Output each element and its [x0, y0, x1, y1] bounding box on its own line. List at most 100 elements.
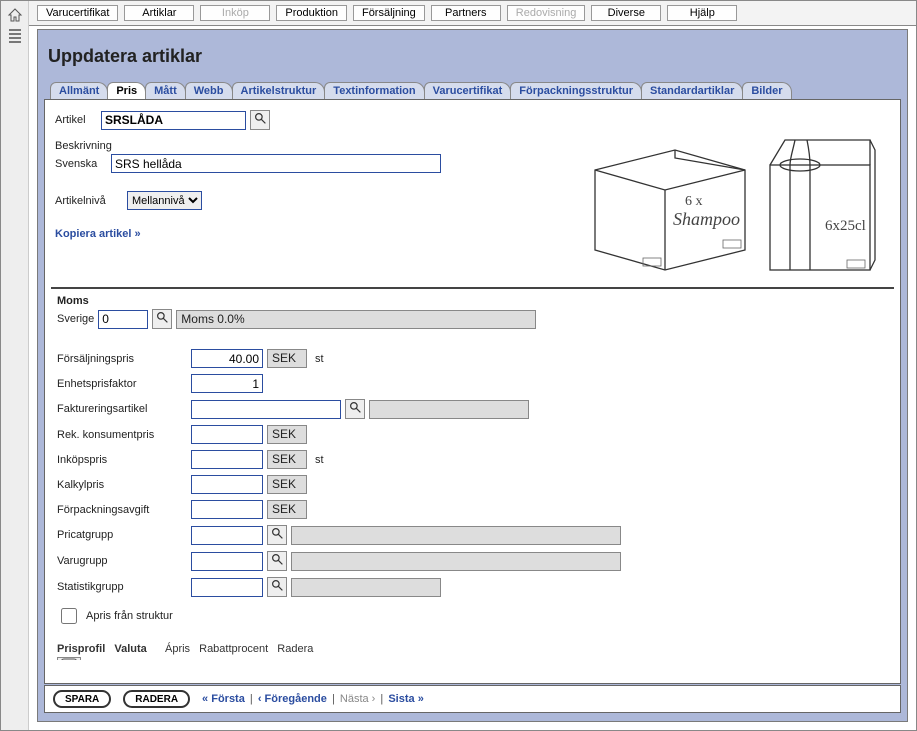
menu-redovisning[interactable]: Redovisning: [507, 5, 586, 21]
tab-standardartiklar[interactable]: Standardartiklar: [641, 82, 743, 99]
faktureringsartikel-lookup-button[interactable]: [345, 399, 365, 419]
inkopspris-unit: st: [311, 454, 324, 466]
forsaljningspris-label: Försäljningspris: [57, 353, 187, 365]
statistikgrupp-label: Statistikgrupp: [57, 581, 187, 593]
top-menu: Varucertifikat Artiklar Inköp Produktion…: [29, 1, 916, 26]
forpackningsavgift-label: Förpackningsavgift: [57, 504, 187, 516]
menu-partners[interactable]: Partners: [431, 5, 501, 21]
menu-grip-icon[interactable]: [9, 29, 21, 43]
col-prisprofil[interactable]: Prisprofil: [57, 643, 105, 655]
faktureringsartikel-display: [369, 400, 529, 419]
search-icon: [271, 553, 284, 569]
tab-webb[interactable]: Webb: [185, 82, 233, 99]
svg-text:6x25cl: 6x25cl: [825, 218, 866, 234]
menu-artiklar[interactable]: Artiklar: [124, 5, 194, 21]
panel-pris: Artikel Beskrivning Svenska: [44, 99, 901, 684]
rek-konsumentpris-input[interactable]: [191, 425, 263, 444]
artikelniva-select[interactable]: Mellannivå: [127, 191, 202, 210]
kalkylpris-input[interactable]: [191, 475, 263, 494]
col-radera[interactable]: Radera: [277, 643, 313, 655]
moms-title: Moms: [57, 295, 888, 307]
home-icon[interactable]: [7, 7, 23, 23]
artikelniva-label: Artikelnivå: [55, 195, 123, 207]
varugrupp-input[interactable]: [191, 552, 263, 571]
moms-display: Moms 0.0%: [176, 310, 536, 329]
varugrupp-display: [291, 552, 621, 571]
col-apris[interactable]: Ápris: [165, 643, 190, 655]
search-icon: [349, 401, 362, 417]
menu-diverse[interactable]: Diverse: [591, 5, 661, 21]
statistikgrupp-lookup-button[interactable]: [267, 577, 287, 597]
svg-text:≡: ≡: [65, 659, 70, 660]
faktureringsartikel-label: Faktureringsartikel: [57, 403, 187, 415]
forsaljningspris-input[interactable]: [191, 349, 263, 368]
pricatgrupp-input[interactable]: [191, 526, 263, 545]
inkopspris-label: Inköpspris: [57, 454, 187, 466]
product-illustration: 6 x Shampoo: [570, 110, 890, 283]
tab-forpackningsstruktur[interactable]: Förpackningsstruktur: [510, 82, 642, 99]
menu-forsaljning[interactable]: Försäljning: [353, 5, 425, 21]
svg-text:6 x: 6 x: [685, 194, 703, 209]
kalkylpris-currency: SEK: [267, 475, 307, 494]
tab-varucertifikat[interactable]: Varucertifikat: [424, 82, 512, 99]
search-icon: [156, 311, 169, 327]
svenska-label: Svenska: [55, 158, 107, 170]
menu-inkop[interactable]: Inköp: [200, 5, 270, 21]
inkopspris-currency: SEK: [267, 450, 307, 469]
search-icon: [271, 527, 284, 543]
nav-nasta: Nästa ›: [340, 693, 375, 705]
page-title: Uppdatera artiklar: [38, 30, 907, 77]
rek-konsumentpris-currency: SEK: [267, 425, 307, 444]
tab-pris[interactable]: Pris: [107, 82, 146, 99]
artikel-input[interactable]: [101, 111, 246, 130]
statistikgrupp-input[interactable]: [191, 578, 263, 597]
rek-konsumentpris-label: Rek. konsumentpris: [57, 429, 187, 441]
forpackningsavgift-input[interactable]: [191, 500, 263, 519]
svenska-input[interactable]: [111, 154, 441, 173]
menu-varucertifikat[interactable]: Varucertifikat: [37, 5, 118, 21]
nav-forsta[interactable]: « Första: [202, 693, 245, 705]
col-rabattprocent[interactable]: Rabattprocent: [199, 643, 268, 655]
artikel-label: Artikel: [55, 114, 97, 126]
svg-text:Shampoo: Shampoo: [673, 209, 740, 229]
nav-sista[interactable]: Sista »: [388, 693, 423, 705]
forsaljningspris-currency: SEK: [267, 349, 307, 368]
sverige-label: Sverige: [57, 313, 94, 325]
kopiera-artikel-link[interactable]: Kopiera artikel »: [55, 228, 141, 240]
statistikgrupp-display: [291, 578, 441, 597]
nav-foregaende[interactable]: ‹ Föregående: [258, 693, 327, 705]
spara-button[interactable]: SPARA: [53, 690, 111, 708]
tab-bilder[interactable]: Bilder: [742, 82, 791, 99]
tabstrip: Allmänt Pris Mått Webb Artikelstruktur T…: [38, 77, 907, 99]
faktureringsartikel-input[interactable]: [191, 400, 341, 419]
pricatgrupp-label: Pricatgrupp: [57, 529, 187, 541]
col-valuta[interactable]: Valuta: [114, 643, 146, 655]
tab-textinformation[interactable]: Textinformation: [324, 82, 424, 99]
menu-produktion[interactable]: Produktion: [276, 5, 347, 21]
enhetsprisfaktor-label: Enhetsprisfaktor: [57, 378, 187, 390]
search-icon: [254, 112, 267, 128]
radera-button[interactable]: RADERA: [123, 690, 190, 708]
add-row-button[interactable]: ≡: [57, 657, 81, 660]
varugrupp-label: Varugrupp: [57, 555, 187, 567]
search-icon: [271, 579, 284, 595]
pricatgrupp-display: [291, 526, 621, 545]
enhetsprisfaktor-input[interactable]: [191, 374, 263, 393]
menu-hjalp[interactable]: Hjälp: [667, 5, 737, 21]
forpackningsavgift-currency: SEK: [267, 500, 307, 519]
artikel-lookup-button[interactable]: [250, 110, 270, 130]
varugrupp-lookup-button[interactable]: [267, 551, 287, 571]
sverige-input[interactable]: [98, 310, 148, 329]
forsaljningspris-unit: st: [311, 353, 324, 365]
apris-fr-struktur-label: Apris från struktur: [86, 610, 173, 622]
kalkylpris-label: Kalkylpris: [57, 479, 187, 491]
footer-bar: SPARA RADERA « Första | ‹ Föregående | N…: [44, 685, 901, 713]
sverige-lookup-button[interactable]: [152, 309, 172, 329]
tab-allmant[interactable]: Allmänt: [50, 82, 108, 99]
pricatgrupp-lookup-button[interactable]: [267, 525, 287, 545]
tab-matt[interactable]: Mått: [145, 82, 186, 99]
apris-fr-struktur-checkbox[interactable]: [61, 608, 77, 624]
inkopspris-input[interactable]: [191, 450, 263, 469]
beskrivning-label: Beskrivning: [55, 140, 560, 152]
tab-artikelstruktur[interactable]: Artikelstruktur: [232, 82, 326, 99]
